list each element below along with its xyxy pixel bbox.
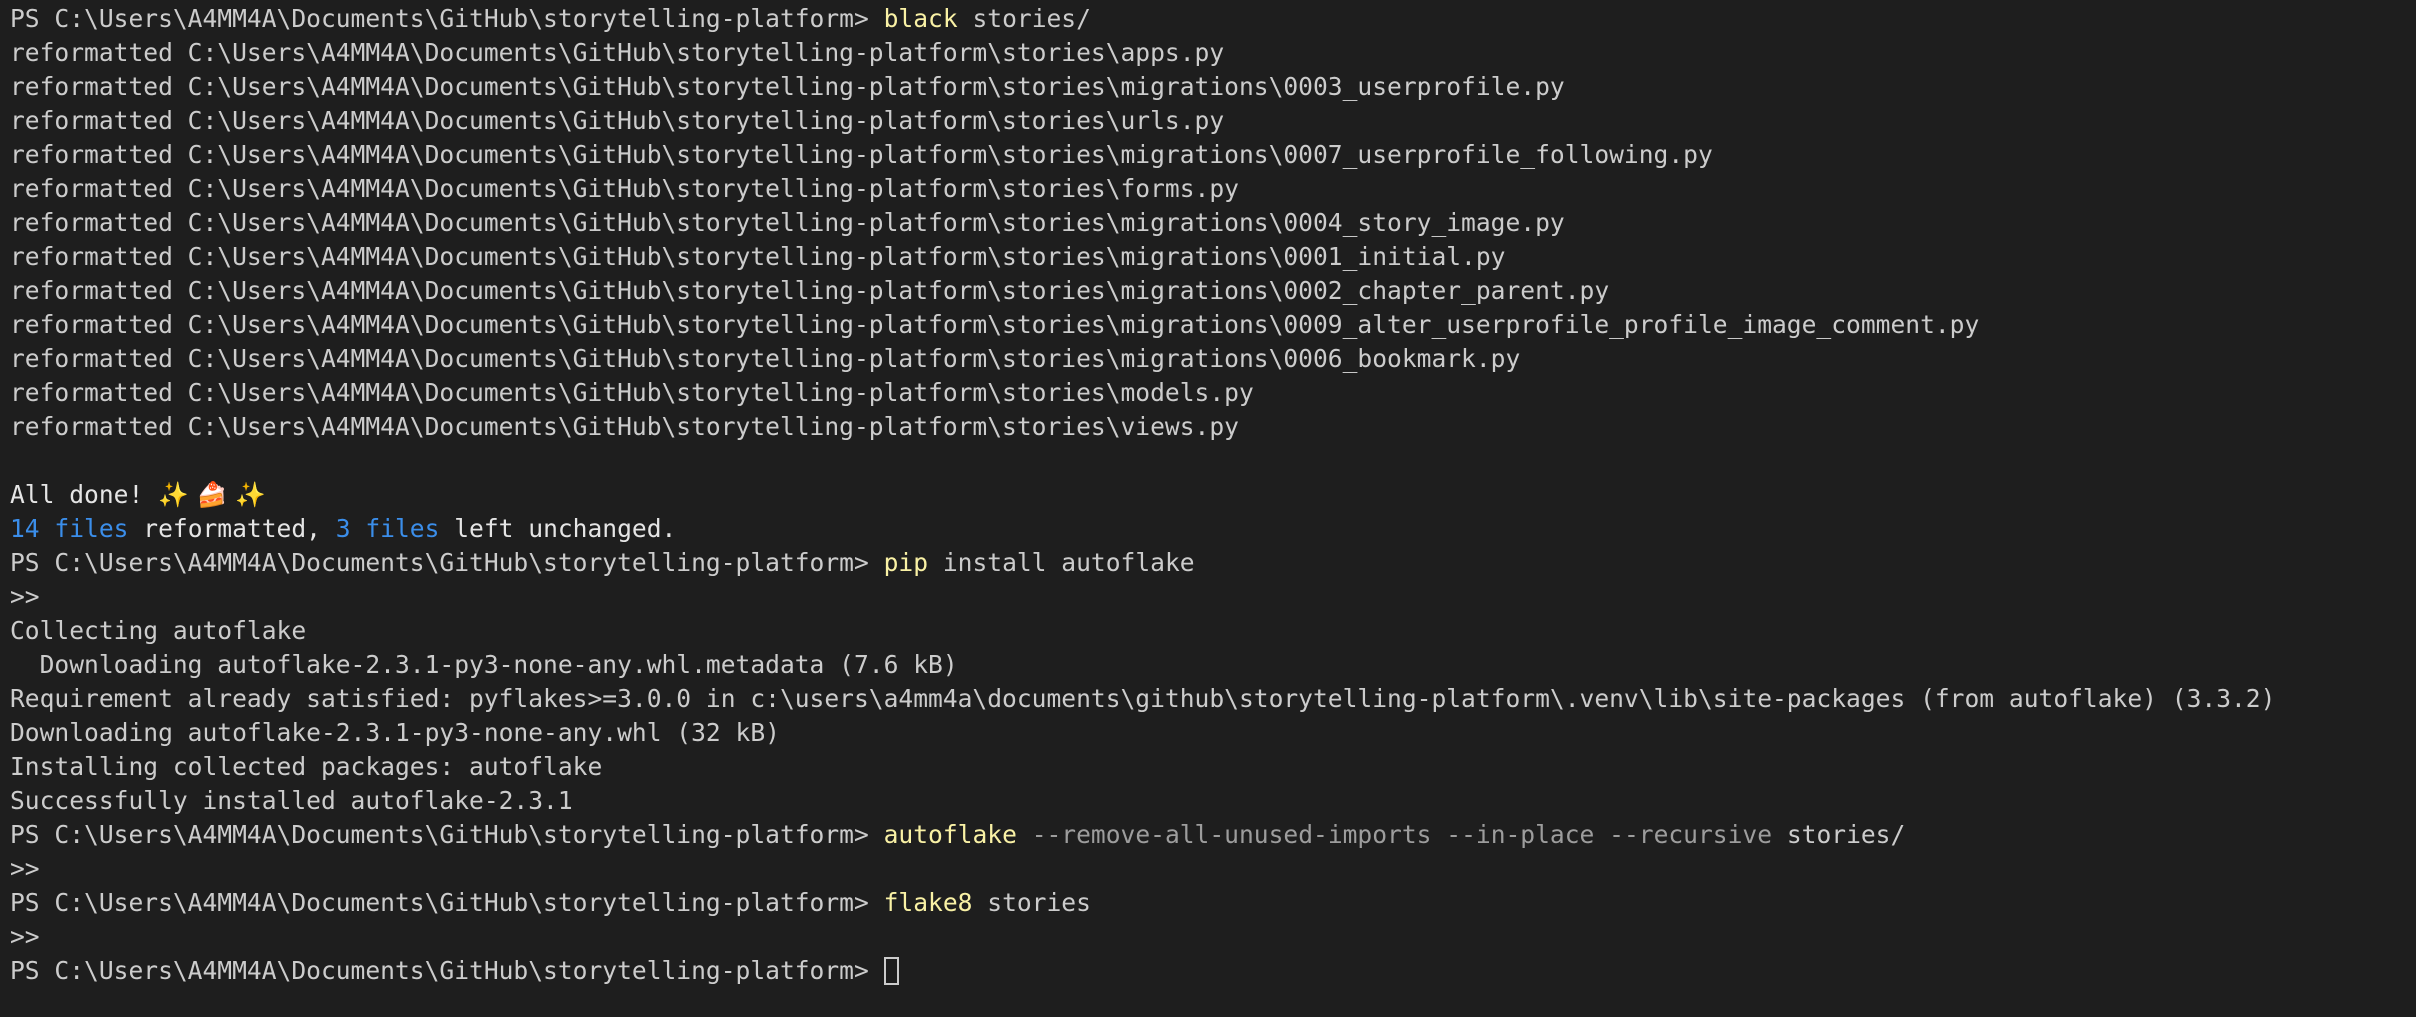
output-line: reformatted C:\Users\A4MM4A\Documents\Gi… <box>10 174 1239 203</box>
prompt: PS C:\Users\A4MM4A\Documents\GitHub\stor… <box>10 956 884 985</box>
continuation-line: >> <box>10 582 40 611</box>
text-cursor[interactable] <box>883 957 899 985</box>
command-args: install autoflake <box>942 548 1195 577</box>
prompt: PS C:\Users\A4MM4A\Documents\GitHub\stor… <box>10 888 884 917</box>
output-line: Successfully installed autoflake-2.3.1 <box>10 786 573 815</box>
command-args: stories <box>987 888 1091 917</box>
output-line: reformatted C:\Users\A4MM4A\Documents\Gi… <box>10 106 1225 135</box>
output-line: Collecting autoflake <box>10 616 307 645</box>
command-name: flake8 <box>883 888 973 917</box>
output-line: reformatted C:\Users\A4MM4A\Documents\Gi… <box>10 72 1565 101</box>
output-line: Downloading autoflake-2.3.1-py3-none-any… <box>10 718 780 747</box>
sparkles-cake-icon: ✨ 🍰 ✨ <box>158 480 266 509</box>
output-line: reformatted C:\Users\A4MM4A\Documents\Gi… <box>10 412 1239 441</box>
command-flags: --remove-all-unused-imports --in-place -… <box>1031 820 1773 849</box>
summary-line: 14 files reformatted, 3 files left uncha… <box>10 512 2406 546</box>
output-line: reformatted C:\Users\A4MM4A\Documents\Gi… <box>10 378 1254 407</box>
unchanged-text: left unchanged. <box>439 514 677 543</box>
output-line: reformatted C:\Users\A4MM4A\Documents\Gi… <box>10 276 1610 305</box>
command-args: stories/ <box>1786 820 1906 849</box>
continuation-line: >> <box>10 922 40 951</box>
output-line: Installing collected packages: autoflake <box>10 752 603 781</box>
all-done-line: All done! ✨ 🍰 ✨ <box>10 478 2406 512</box>
command-name: pip <box>883 548 929 577</box>
current-prompt-line[interactable]: PS C:\Users\A4MM4A\Documents\GitHub\stor… <box>10 954 2406 988</box>
terminal-window[interactable]: PS C:\Users\A4MM4A\Documents\GitHub\stor… <box>0 0 2416 1017</box>
command-name: black <box>883 4 958 33</box>
output-line: reformatted C:\Users\A4MM4A\Documents\Gi… <box>10 208 1565 237</box>
prompt-line-autoflake: PS C:\Users\A4MM4A\Documents\GitHub\stor… <box>10 818 2406 852</box>
reformatted-text: reformatted, <box>128 514 336 543</box>
output-line: reformatted C:\Users\A4MM4A\Documents\Gi… <box>10 38 1225 67</box>
prompt-line-pip: PS C:\Users\A4MM4A\Documents\GitHub\stor… <box>10 546 2406 580</box>
output-line: Downloading autoflake-2.3.1-py3-none-any… <box>10 650 958 679</box>
unchanged-count: 3 files <box>335 514 440 543</box>
output-line: reformatted C:\Users\A4MM4A\Documents\Gi… <box>10 344 1521 373</box>
prompt: PS C:\Users\A4MM4A\Documents\GitHub\stor… <box>10 820 884 849</box>
output-line: reformatted C:\Users\A4MM4A\Documents\Gi… <box>10 310 1980 339</box>
all-done-text: All done! <box>10 480 159 509</box>
output-line: reformatted C:\Users\A4MM4A\Documents\Gi… <box>10 242 1506 271</box>
prompt: PS C:\Users\A4MM4A\Documents\GitHub\stor… <box>10 548 884 577</box>
prompt-line-black: PS C:\Users\A4MM4A\Documents\GitHub\stor… <box>10 2 2406 36</box>
output-line: Requirement already satisfied: pyflakes>… <box>10 684 2276 713</box>
output-line: reformatted C:\Users\A4MM4A\Documents\Gi… <box>10 140 1713 169</box>
prompt-line-flake8: PS C:\Users\A4MM4A\Documents\GitHub\stor… <box>10 886 2406 920</box>
command-name: autoflake <box>883 820 1017 849</box>
command-args: stories/ <box>972 4 1091 33</box>
prompt: PS C:\Users\A4MM4A\Documents\GitHub\stor… <box>10 4 884 33</box>
reformatted-count: 14 files <box>10 514 129 543</box>
continuation-line: >> <box>10 854 40 883</box>
